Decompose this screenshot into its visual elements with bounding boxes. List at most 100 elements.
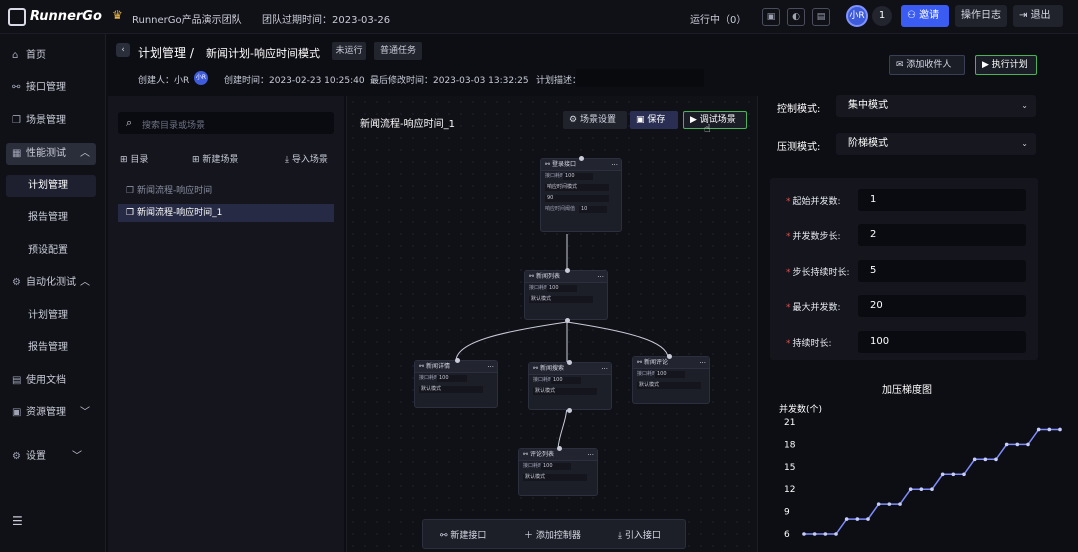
duration-input[interactable]: 100: [858, 331, 1026, 353]
theme-icon[interactable]: ◐: [787, 8, 805, 26]
node-port[interactable]: [565, 318, 570, 323]
node-input[interactable]: 100: [437, 375, 467, 382]
node-port[interactable]: [567, 360, 572, 365]
sidebar-item-resources[interactable]: ▣ 资源管理 ﹀: [12, 404, 90, 422]
node-input[interactable]: 100: [563, 173, 593, 180]
add-controller-button[interactable]: ＋ 添加控制器: [524, 528, 581, 541]
run-plan-button[interactable]: ▶ 执行计划: [975, 55, 1037, 75]
node-port[interactable]: [565, 268, 570, 273]
flow-node[interactable]: ⚯ 评论列表 ··· 接口耗时 100 默认模式: [518, 446, 598, 496]
sidebar-item-label: 使用文档: [26, 375, 66, 386]
invite-button[interactable]: ⚇ 邀请: [901, 5, 949, 27]
more-icon[interactable]: ···: [611, 159, 618, 171]
home-icon: ⌂: [12, 50, 19, 61]
status-badge: 未运行: [332, 42, 366, 60]
node-select[interactable]: 默认模式: [419, 386, 483, 393]
series-line: [804, 428, 1060, 535]
running-count[interactable]: 运行中（0）: [690, 11, 746, 26]
node-port[interactable]: [579, 156, 584, 161]
back-button[interactable]: ‹: [116, 43, 130, 57]
node-input[interactable]: 100: [551, 377, 581, 384]
sidebar-item-api[interactable]: ⚯ 接口管理: [12, 79, 66, 97]
node-port[interactable]: [567, 408, 572, 413]
search-icon: ⌕: [126, 116, 133, 129]
node-input[interactable]: 100: [655, 371, 685, 378]
flow-node[interactable]: ⚯ 登录接口 ··· 接口耗时 100 响应时间模式 90 响应时间阈值 10: [540, 156, 622, 232]
flow-node[interactable]: ⚯ 新闻评论 ··· 接口耗时 100 默认模式: [632, 354, 710, 404]
flow-node[interactable]: ⚯ 新闻搜索 ··· 接口耗时 100 默认模式: [528, 360, 612, 413]
breadcrumb-root[interactable]: 计划管理 /: [138, 44, 194, 61]
team-switcher[interactable]: RunnerGo产品演示团队: [132, 11, 242, 26]
import-scene-button[interactable]: ⤓ 导入场景: [285, 152, 328, 165]
sidebar-item-auto-report[interactable]: 报告管理: [28, 339, 68, 357]
collapse-sidebar-icon[interactable]: ☰: [12, 514, 23, 528]
node-row: 响应时间模式: [541, 182, 621, 193]
chevron-down-icon[interactable]: ⌄: [230, 10, 238, 21]
sidebar-item-home[interactable]: ⌂ 首页: [12, 47, 46, 65]
user-avatar[interactable]: 小R: [846, 5, 868, 27]
sidebar-item-perf-report[interactable]: 报告管理: [28, 209, 68, 227]
node-select[interactable]: 默认模式: [523, 474, 587, 481]
node-port[interactable]: [667, 354, 672, 359]
data-point: [1026, 442, 1030, 447]
pressure-mode-select[interactable]: 阶梯模式 ⌄: [836, 133, 1036, 155]
tree-item[interactable]: ❐ 新闻流程-响应时间: [126, 183, 212, 199]
node-select[interactable]: 90: [545, 195, 609, 202]
node-select[interactable]: 默认模式: [533, 388, 597, 395]
chevron-up-icon: ︿: [80, 277, 90, 288]
screen-icon[interactable]: ▣: [762, 8, 780, 26]
new-folder-button[interactable]: ⊞ 目录: [120, 152, 148, 165]
node-title: 登录接口: [551, 161, 576, 168]
sidebar-item-preset[interactable]: 预设配置: [28, 242, 68, 260]
new-api-button[interactable]: ⚯ 新建接口: [440, 528, 486, 541]
sidebar-item-auto-plan[interactable]: 计划管理: [28, 307, 68, 325]
node-row-label: 接口耗时: [533, 377, 554, 383]
download-icon: ⤓: [618, 531, 625, 541]
step-duration-input[interactable]: 5: [858, 260, 1026, 282]
logout-button[interactable]: ⇥ 退出: [1013, 5, 1063, 27]
start-concurrency-input[interactable]: 1: [858, 189, 1026, 211]
api-icon: ⚯: [637, 359, 644, 366]
data-point: [1036, 427, 1041, 432]
new-scene-button[interactable]: ⊞ 新建场景: [192, 152, 238, 165]
more-icon[interactable]: ···: [487, 361, 494, 373]
node-select[interactable]: 默认模式: [529, 296, 593, 303]
step-size-input[interactable]: 2: [858, 224, 1026, 246]
node-input[interactable]: 100: [547, 285, 577, 292]
notification-count[interactable]: 1: [872, 6, 892, 26]
data-point: [812, 532, 817, 536]
node-input[interactable]: 10: [579, 206, 607, 213]
sidebar-item-docs[interactable]: ▤ 使用文档: [12, 372, 66, 390]
node-port[interactable]: [455, 358, 460, 363]
sidebar-item-settings[interactable]: ⚙ 设置 ﹀: [12, 448, 82, 466]
chart-icon: ▦: [12, 148, 22, 159]
more-icon[interactable]: ···: [597, 271, 604, 283]
data-point: [1058, 427, 1062, 432]
node-select[interactable]: 响应时间模式: [545, 184, 609, 191]
operation-log-button[interactable]: 操作日志: [955, 5, 1007, 27]
flow-node[interactable]: ⚯ 新闻详情 ··· 接口耗时 100 默认模式: [414, 358, 498, 408]
sidebar-item-scene[interactable]: ❐ 场景管理: [12, 112, 66, 130]
more-icon[interactable]: ···: [587, 449, 594, 461]
chevron-down-icon: ⌄: [1021, 139, 1028, 148]
import-api-button[interactable]: ⤓ 引入接口: [618, 528, 661, 541]
data-point: [962, 472, 966, 477]
flow-node[interactable]: ⚯ 新闻列表 ··· 接口耗时 100 默认模式: [524, 268, 608, 323]
message-icon[interactable]: ▤: [812, 8, 830, 26]
node-input[interactable]: 100: [541, 463, 571, 470]
more-icon[interactable]: ···: [699, 357, 706, 369]
more-icon[interactable]: ···: [601, 363, 608, 375]
node-row-label: 接口耗时: [529, 285, 550, 291]
node-port[interactable]: [557, 446, 562, 451]
node-select[interactable]: 默认模式: [637, 382, 701, 389]
plan-desc-field[interactable]: [576, 69, 704, 87]
tree-item-selected[interactable]: ❐ 新闻流程-响应时间_1: [118, 204, 334, 222]
connector: [455, 321, 568, 362]
add-receiver-button[interactable]: ✉ 添加收件人: [889, 55, 965, 75]
max-concurrency-input[interactable]: 20: [858, 295, 1026, 317]
control-mode-select[interactable]: 集中模式 ⌄: [836, 95, 1036, 117]
sidebar-item-auto-test[interactable]: ⚙ 自动化测试 ︿: [12, 274, 90, 292]
sidebar-item-perf-plan[interactable]: 计划管理: [28, 177, 68, 195]
sidebar-item-performance[interactable]: ▦ 性能测试 ︿: [12, 145, 90, 163]
tree-item-label: 新闻流程-响应时间_1: [136, 208, 223, 218]
